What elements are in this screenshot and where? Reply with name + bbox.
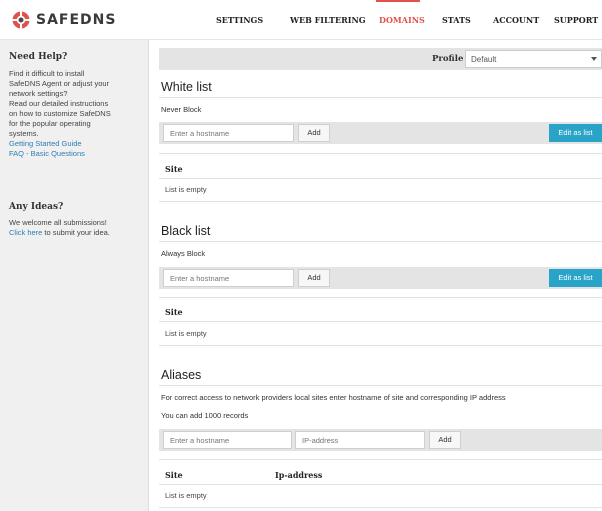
blacklist-subtitle: Always Block [161, 249, 206, 258]
help-line: on how to customize SafeDNS [9, 109, 111, 118]
nav-active-indicator [376, 0, 420, 2]
whitelist-col-site: Site [165, 164, 183, 174]
aliases-input-bar: Add [159, 429, 602, 451]
help-line: for the popular operating [9, 119, 91, 128]
divider [159, 97, 602, 98]
profile-bar: Profile Default [159, 48, 602, 70]
aliases-empty-text: List is empty [165, 491, 207, 500]
whitelist-subtitle: Never Block [161, 105, 202, 114]
aliases-ip-input[interactable] [295, 431, 425, 449]
sidebar: Need Help? Find it difficult to install … [0, 40, 149, 511]
divider [159, 345, 602, 346]
logo-text: SAFEDNS [36, 12, 117, 28]
whitelist-edit-as-list-button[interactable]: Edit as list [549, 124, 602, 142]
nav-settings[interactable]: SETTINGS [216, 15, 263, 25]
nav-web-filtering[interactable]: WEB FILTERING [290, 15, 366, 25]
blacklist-input-bar: Add Edit as list [159, 267, 602, 289]
aliases-add-button[interactable]: Add [429, 431, 461, 449]
help-line: systems. [9, 129, 39, 138]
ideas-text: We welcome all submissions! Click here t… [9, 218, 141, 238]
aliases-limit-text: You can add 1000 records [161, 411, 249, 420]
whitelist-add-button[interactable]: Add [298, 124, 330, 142]
help-line: Read our detailed instructions [9, 99, 109, 108]
nav-stats[interactable]: STATS [442, 15, 471, 25]
profile-selected-value: Default [471, 55, 497, 64]
help-line: Find it difficult to install [9, 69, 85, 78]
blacklist-col-site: Site [165, 307, 183, 317]
divider [159, 201, 602, 202]
whitelist-title: White list [161, 80, 212, 94]
ideas-line: Click here to submit your idea. [9, 228, 141, 238]
faq-link[interactable]: FAQ - Basic Questions [9, 149, 85, 159]
profile-label: Profile [432, 54, 464, 64]
any-ideas-heading: Any Ideas? [9, 202, 64, 212]
nav-support[interactable]: SUPPORT [554, 15, 598, 25]
logo[interactable]: SAFEDNS [12, 10, 116, 30]
divider [159, 321, 602, 322]
aliases-col-ip: Ip-address [275, 470, 323, 480]
blacklist-hostname-input[interactable] [163, 269, 294, 287]
whitelist-hostname-input[interactable] [163, 124, 294, 142]
aliases-hostname-input[interactable] [163, 431, 292, 449]
chevron-down-icon [591, 57, 597, 61]
aliases-col-site: Site [165, 470, 183, 480]
divider [159, 178, 602, 179]
ideas-line-rest: to submit your idea. [42, 228, 110, 237]
blacklist-empty-text: List is empty [165, 329, 207, 338]
profile-select[interactable]: Default [465, 50, 602, 68]
divider [159, 297, 602, 298]
blacklist-add-button[interactable]: Add [298, 269, 330, 287]
help-line: SafeDNS Agent or adjust your [9, 79, 110, 88]
nav-account[interactable]: ACCOUNT [493, 15, 539, 25]
top-header: SAFEDNS SETTINGS WEB FILTERING DOMAINS S… [0, 0, 602, 40]
whitelist-input-bar: Add Edit as list [159, 122, 602, 144]
blacklist-title: Black list [161, 224, 211, 238]
help-line: network settings? [9, 89, 68, 98]
ideas-line: We welcome all submissions! [9, 218, 107, 227]
divider [159, 153, 602, 154]
help-text: Find it difficult to install SafeDNS Age… [9, 69, 141, 139]
divider [159, 385, 602, 386]
blacklist-edit-as-list-button[interactable]: Edit as list [549, 269, 602, 287]
divider [159, 241, 602, 242]
divider [159, 459, 602, 460]
main-content: Profile Default White list Never Block A… [159, 40, 602, 511]
aliases-title: Aliases [161, 368, 202, 382]
safedns-logo-icon [12, 11, 30, 29]
divider [159, 507, 602, 508]
whitelist-empty-text: List is empty [165, 185, 207, 194]
need-help-heading: Need Help? [9, 52, 68, 62]
nav-domains[interactable]: DOMAINS [379, 15, 425, 25]
getting-started-link[interactable]: Getting Started Guide [9, 139, 82, 149]
aliases-description: For correct access to network providers … [161, 393, 506, 402]
divider [159, 484, 602, 485]
click-here-link[interactable]: Click here [9, 228, 42, 237]
